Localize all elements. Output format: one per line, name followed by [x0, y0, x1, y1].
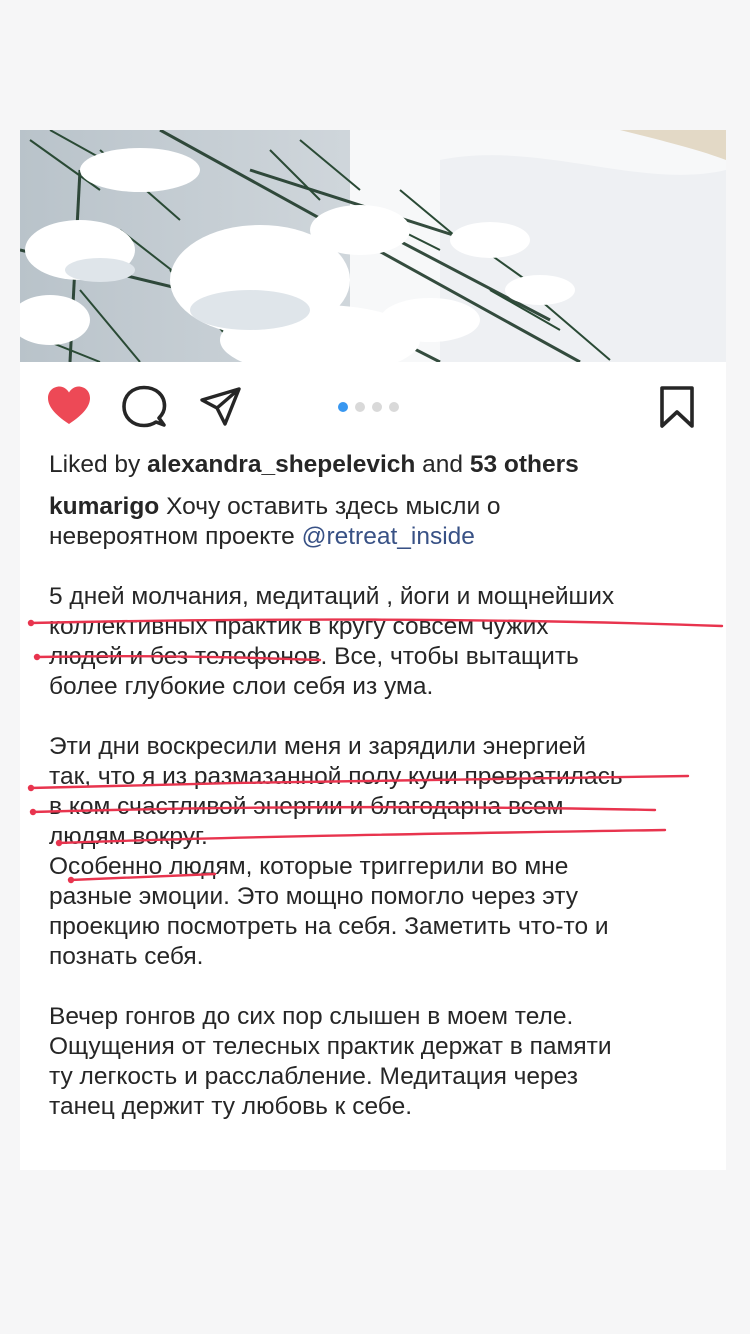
- heart-icon: [48, 386, 90, 424]
- send-icon: [200, 387, 241, 426]
- caption-intro-line-2: невероятном проекте @retreat_inside: [49, 522, 709, 552]
- caption-line: так, что я из размазанной полу кучи прев…: [49, 763, 623, 790]
- carousel-dot: [355, 402, 365, 412]
- caption-line: Ощущения от телесных практик держат в па…: [49, 1033, 612, 1060]
- instagram-post-card: Liked by alexandra_shepelevich and 53 ot…: [20, 130, 726, 1170]
- share-button[interactable]: [198, 384, 244, 430]
- post-caption: Liked by alexandra_shepelevich and 53 ot…: [49, 450, 709, 1122]
- caption-line: разные эмоции. Это мощно помогло через э…: [49, 883, 578, 910]
- comment-button[interactable]: [121, 384, 167, 430]
- comment-icon: [122, 385, 167, 428]
- carousel-dot: [389, 402, 399, 412]
- like-button[interactable]: [46, 384, 92, 430]
- snowy-spruce-illustration: [20, 130, 726, 362]
- caption-intro-line-1: kumarigo Хочу оставить здесь мысли о: [49, 492, 709, 522]
- liked-by-username[interactable]: alexandra_shepelevich: [147, 451, 415, 478]
- save-button[interactable]: [654, 384, 700, 430]
- likes-prefix: Liked by: [49, 451, 148, 478]
- caption-intro-text-2: невероятном проекте: [49, 523, 302, 550]
- caption-username[interactable]: kumarigo: [49, 493, 159, 520]
- caption-line: Особенно людям, которые триггерили во мн…: [49, 853, 569, 880]
- caption-line: проекцию посмотреть на себя. Заметить чт…: [49, 913, 609, 940]
- caption-line: ту легкость и расслабление. Медитация че…: [49, 1063, 578, 1090]
- carousel-dot: [372, 402, 382, 412]
- mention-link[interactable]: @retreat_inside: [302, 523, 475, 550]
- carousel-dot-active: [338, 402, 348, 412]
- post-action-bar: [20, 362, 726, 452]
- caption-line: познать себя.: [49, 943, 204, 970]
- caption-line: Эти дни воскресили меня и зарядили энерг…: [49, 733, 586, 760]
- caption-line: 5 дней молчания, медитаций , йоги и мощн…: [49, 583, 615, 610]
- likes-others-count[interactable]: 53 others: [470, 451, 579, 478]
- story-screen: Liked by alexandra_shepelevich and 53 ot…: [0, 0, 750, 1334]
- caption-line: Вечер гонгов до сих пор слышен в моем те…: [49, 1003, 574, 1030]
- caption-line: танец держит ту любовь к себе.: [49, 1093, 413, 1120]
- likes-summary[interactable]: Liked by alexandra_shepelevich and 53 ot…: [49, 450, 709, 480]
- caption-line: более глубокие слои себя из ума.: [49, 673, 434, 700]
- bookmark-icon: [660, 386, 694, 428]
- caption-line: в ком счастливой энергии и благодарна вс…: [49, 793, 564, 820]
- caption-intro-text: Хочу оставить здесь мысли о: [159, 493, 501, 520]
- caption-line: коллективных практик в кругу совсем чужи…: [49, 613, 549, 640]
- post-photo[interactable]: [20, 130, 726, 362]
- caption-line: людям вокруг.: [49, 823, 208, 850]
- likes-middle: and: [415, 451, 470, 478]
- caption-line: людей и без телефонов. Все, чтобы вытащи…: [49, 643, 579, 670]
- carousel-indicator: [338, 402, 399, 412]
